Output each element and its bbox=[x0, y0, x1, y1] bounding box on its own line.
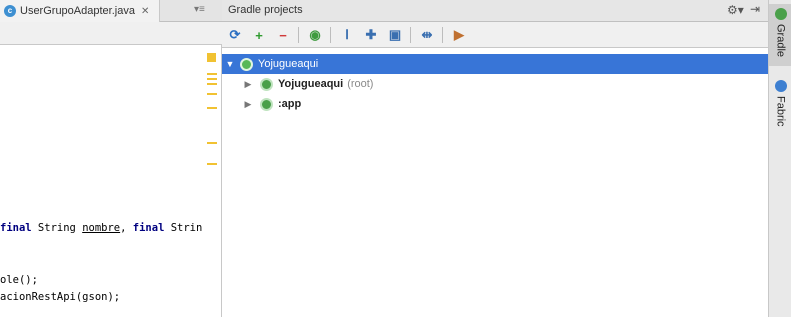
change-marker[interactable] bbox=[207, 78, 217, 80]
code-text: Strin bbox=[164, 222, 203, 234]
change-marker[interactable] bbox=[207, 142, 217, 144]
tree-item-label: Yojugueaqui bbox=[278, 78, 344, 90]
toolbar-separator bbox=[298, 27, 299, 43]
change-marker[interactable] bbox=[207, 107, 217, 109]
hide-panel-icon[interactable]: ⇥ bbox=[750, 2, 760, 16]
change-marker[interactable] bbox=[207, 73, 217, 75]
tool-window-tab-gradle[interactable]: Gradle bbox=[769, 4, 791, 66]
code-line[interactable]: acionRestApi(gson); bbox=[0, 291, 120, 303]
remove-icon[interactable]: − bbox=[274, 26, 292, 44]
gradle-panel-header: Gradle projects ⚙▾ ⇥ bbox=[222, 0, 768, 22]
tool-window-tab-fabric[interactable]: Fabric bbox=[769, 76, 791, 136]
code-keyword: final bbox=[0, 222, 32, 234]
editor-tab-usergrupoadapter[interactable]: c UserGrupoAdapter.java ✕ bbox=[0, 0, 160, 22]
tree-item-label: :app bbox=[278, 98, 302, 110]
right-tool-window-strip: Gradle Fabric bbox=[768, 0, 791, 317]
tab-label: UserGrupoAdapter.java bbox=[20, 5, 135, 17]
gradle-icon bbox=[774, 8, 787, 20]
editor-navigation-bar bbox=[0, 22, 222, 45]
collapsed-arrow-icon[interactable]: ▶ bbox=[242, 99, 254, 110]
execute-task-icon[interactable]: ◉ bbox=[306, 26, 324, 44]
gradle-toolbar: ⟳ + − ◉ Ⅰ ✚ ▣ ⇹ ▶ bbox=[222, 22, 768, 48]
close-icon[interactable]: ✕ bbox=[141, 6, 149, 17]
change-markers bbox=[205, 45, 219, 317]
change-marker[interactable] bbox=[207, 163, 217, 165]
add-icon[interactable]: + bbox=[250, 26, 268, 44]
gradle-project-icon bbox=[240, 57, 253, 71]
change-marker[interactable] bbox=[207, 83, 217, 85]
refresh-icon[interactable]: ⟳ bbox=[226, 26, 244, 44]
tool-window-tab-label: Fabric bbox=[774, 96, 787, 127]
warning-marker[interactable] bbox=[207, 53, 216, 62]
toggle-offline-icon[interactable]: Ⅰ bbox=[338, 26, 356, 44]
show-dependencies-icon[interactable]: ⇹ bbox=[418, 26, 436, 44]
tree-item-sublabel: (root) bbox=[347, 78, 374, 90]
code-text: , bbox=[120, 222, 133, 234]
java-class-icon: c bbox=[4, 5, 16, 17]
toolbar-separator bbox=[410, 27, 411, 43]
tree-item-app[interactable]: ▶ :app bbox=[222, 94, 768, 114]
code-text: String bbox=[31, 222, 83, 234]
tree-item-yojugueaqui[interactable]: ▼ Yojugueaqui bbox=[222, 54, 768, 74]
expand-all-icon[interactable]: ✚ bbox=[362, 26, 380, 44]
code-keyword: final bbox=[132, 222, 165, 234]
toolbar-separator bbox=[330, 27, 331, 43]
fabric-icon bbox=[774, 80, 787, 92]
code-line[interactable]: final String nombre, final Strin bbox=[0, 222, 202, 234]
toolbar-separator bbox=[442, 27, 443, 43]
panel-title: Gradle projects bbox=[228, 4, 303, 16]
collapse-all-icon[interactable]: ▣ bbox=[386, 26, 404, 44]
editor-tabbar: c UserGrupoAdapter.java ✕ ▾≡ bbox=[0, 0, 222, 22]
gradle-module-icon bbox=[260, 97, 273, 111]
gradle-module-icon bbox=[260, 77, 273, 91]
tree-item-yojugueaqui-root[interactable]: ▶ Yojugueaqui (root) bbox=[222, 74, 768, 94]
code-editor[interactable]: c UserGrupoAdapter.java ✕ ▾≡ final Strin… bbox=[0, 0, 222, 317]
expanded-arrow-icon[interactable]: ▼ bbox=[224, 59, 236, 69]
code-identifier: nombre bbox=[82, 222, 121, 234]
collapsed-arrow-icon[interactable]: ▶ bbox=[242, 79, 254, 90]
settings-icon[interactable]: ▶ bbox=[450, 26, 468, 44]
tree-item-label: Yojugueaqui bbox=[258, 58, 319, 70]
tool-window-tab-label: Gradle bbox=[774, 24, 787, 58]
gear-icon[interactable]: ⚙▾ bbox=[727, 3, 744, 17]
change-marker[interactable] bbox=[207, 93, 217, 95]
tab-list-menu-icon[interactable]: ▾≡ bbox=[194, 4, 205, 15]
code-line[interactable]: ole(); bbox=[0, 274, 38, 286]
gradle-projects-panel: Gradle projects ⚙▾ ⇥ ⟳ + − ◉ Ⅰ ✚ ▣ ⇹ ▶ ▼… bbox=[222, 0, 768, 317]
